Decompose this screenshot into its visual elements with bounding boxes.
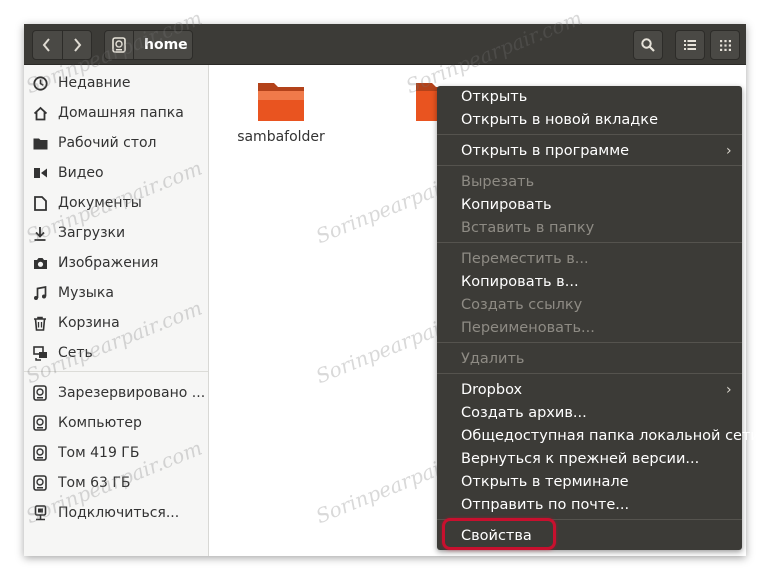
menu-separator — [437, 242, 742, 243]
menu-item-open-in-terminal[interactable]: Открыть в терминале — [461, 471, 629, 494]
sidebar: Недавние Домашняя папка Рабочий стол Вид… — [24, 65, 209, 556]
chevron-right-icon — [73, 38, 82, 52]
sidebar-item-label: Домашняя папка — [58, 105, 184, 121]
camera-icon — [32, 255, 48, 271]
list-view-button[interactable] — [675, 30, 705, 60]
file-item-label: sambafolder — [237, 129, 325, 145]
menu-item-copy[interactable]: Копировать — [461, 194, 552, 217]
navigation-group — [32, 30, 92, 60]
sidebar-item-label: Изображения — [58, 255, 159, 271]
sidebar-item-connect-server[interactable]: Подключиться... — [24, 498, 208, 528]
menu-item-paste-into-folder: Вставить в папку — [461, 220, 595, 236]
sidebar-item-label: Документы — [58, 195, 142, 211]
drive-icon — [105, 31, 134, 59]
clock-icon — [32, 75, 48, 91]
sidebar-item-desktop[interactable]: Рабочий стол — [24, 128, 208, 158]
path-label[interactable]: home — [134, 37, 188, 53]
trash-icon — [32, 315, 48, 331]
folder-icon — [258, 83, 304, 121]
menu-item-copy-to[interactable]: Копировать в... — [461, 271, 579, 294]
menu-separator — [437, 342, 742, 343]
sidebar-item-music[interactable]: Музыка — [24, 278, 208, 308]
chevron-right-icon: › — [726, 143, 732, 159]
sidebar-item-volume-63[interactable]: Том 63 ГБ — [24, 468, 208, 498]
menu-separator — [437, 134, 742, 135]
connect-server-icon — [32, 505, 48, 521]
network-icon — [32, 345, 48, 361]
sidebar-item-label: Сеть — [58, 345, 93, 361]
context-menu: Открыть Открыть в новой вкладке Открыть … — [437, 86, 760, 550]
sidebar-item-downloads[interactable]: Загрузки — [24, 218, 208, 248]
sidebar-item-home[interactable]: Домашняя папка — [24, 98, 208, 128]
sidebar-separator — [24, 371, 208, 372]
drive-icon — [32, 415, 48, 431]
path-bar[interactable]: home — [104, 30, 193, 60]
menu-item-revert-previous-version[interactable]: Вернуться к прежней версии... — [461, 448, 699, 471]
properties-highlight-frame — [442, 518, 556, 550]
menu-item-move-to: Переместить в... — [461, 251, 589, 267]
sidebar-item-label: Том 63 ГБ — [58, 475, 131, 491]
grid-view-button[interactable] — [710, 30, 740, 60]
menu-item-make-link: Создать ссылку — [461, 297, 583, 313]
sidebar-item-label: Компьютер — [58, 415, 142, 431]
sidebar-item-computer[interactable]: Компьютер — [24, 408, 208, 438]
search-icon — [641, 38, 655, 52]
sidebar-item-label: Видео — [58, 165, 104, 181]
drive-icon — [32, 385, 48, 401]
grid-view-icon — [719, 39, 731, 51]
menu-item-open[interactable]: Открыть — [461, 86, 527, 109]
menu-item-cut: Вырезать — [461, 174, 535, 190]
sidebar-item-label: Подключиться... — [58, 505, 180, 521]
menu-separator — [437, 165, 742, 166]
home-icon — [32, 105, 48, 121]
sidebar-item-label: Корзина — [58, 315, 120, 331]
drive-icon — [32, 475, 48, 491]
sidebar-item-reserved-drive[interactable]: Зарезервировано ... — [24, 378, 208, 408]
menu-item-open-new-tab[interactable]: Открыть в новой вкладке — [461, 109, 658, 132]
menu-item-local-network-share[interactable]: Общедоступная папка локальной сети — [461, 425, 760, 448]
sidebar-item-pictures[interactable]: Изображения — [24, 248, 208, 278]
document-icon — [32, 195, 48, 211]
download-icon — [32, 225, 48, 241]
sidebar-item-label: Том 419 ГБ — [58, 445, 140, 461]
chevron-left-icon — [42, 38, 51, 52]
menu-item-delete: Удалить — [461, 351, 525, 367]
music-icon — [32, 285, 48, 301]
drive-icon — [32, 445, 48, 461]
list-view-icon — [684, 40, 696, 50]
sidebar-item-network[interactable]: Сеть — [24, 338, 208, 368]
search-button[interactable] — [633, 30, 663, 60]
folder-icon — [32, 135, 48, 151]
sidebar-item-volume-419[interactable]: Том 419 ГБ — [24, 438, 208, 468]
menu-item-dropbox[interactable]: Dropbox — [461, 379, 522, 402]
header-bar: home — [24, 24, 746, 65]
sidebar-item-label: Недавние — [58, 75, 131, 91]
forward-button[interactable] — [61, 31, 92, 59]
sidebar-item-label: Загрузки — [58, 225, 126, 241]
menu-item-create-archive[interactable]: Создать архив... — [461, 402, 587, 425]
menu-item-open-with[interactable]: Открыть в программе — [461, 140, 629, 163]
chevron-right-icon: › — [726, 382, 732, 398]
sidebar-item-label: Рабочий стол — [58, 135, 157, 151]
video-icon — [32, 165, 48, 181]
menu-separator — [437, 373, 742, 374]
sidebar-item-videos[interactable]: Видео — [24, 158, 208, 188]
menu-item-rename: Переименовать... — [461, 320, 595, 336]
sidebar-item-trash[interactable]: Корзина — [24, 308, 208, 338]
sidebar-item-recent[interactable]: Недавние — [24, 68, 208, 98]
sidebar-item-documents[interactable]: Документы — [24, 188, 208, 218]
back-button[interactable] — [33, 31, 62, 59]
sidebar-item-label: Зарезервировано ... — [58, 385, 206, 401]
menu-item-send-by-email[interactable]: Отправить по почте... — [461, 494, 629, 517]
sidebar-item-label: Музыка — [58, 285, 114, 301]
file-item[interactable]: sambafolder — [226, 79, 336, 145]
